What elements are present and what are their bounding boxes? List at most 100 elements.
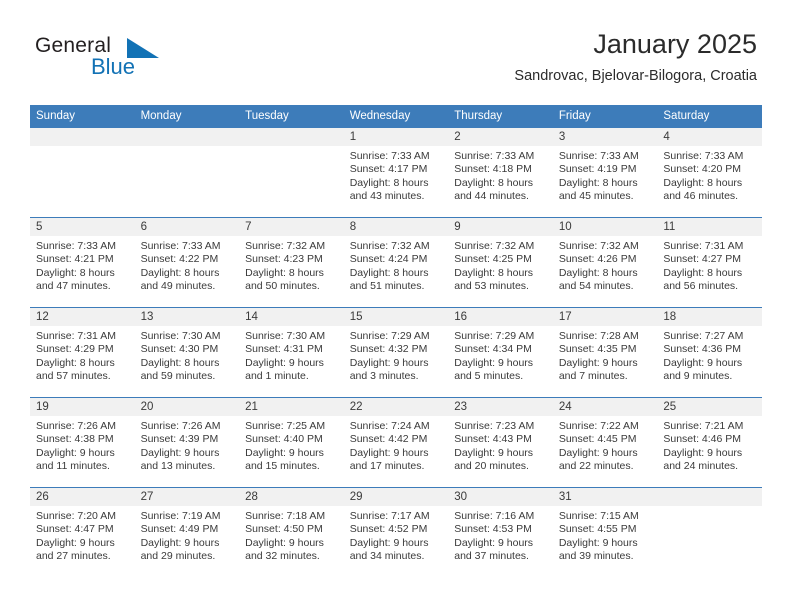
calendar-day-cell[interactable]: 16 Sunrise: 7:29 AM Sunset: 4:34 PM Dayligh… [448,307,553,398]
calendar-day-cell[interactable]: 30 Sunrise: 7:16 AM Sunset: 4:53 PM Dayligh… [448,487,553,577]
sunset-text: Sunset: 4:42 PM [349,433,428,446]
day-details: Sunrise: 7:33 AM Sunset: 4:22 PM Daylight:… [135,236,240,293]
calendar-day-cell[interactable]: 10 Sunrise: 7:32 AM Sunset: 4:26 PM Dayligh… [552,217,658,308]
calendar-day-cell[interactable]: 18 Sunrise: 7:27 AM Sunset: 4:36 PM Dayligh… [657,307,762,398]
general-blue-logo[interactable]: General Blue [35,34,265,84]
calendar-day-cell[interactable]: 31 Sunrise: 7:15 AM Sunset: 4:55 PM Dayligh… [552,487,658,577]
day-number: 8 [343,218,449,236]
calendar-day-cell[interactable]: 12 Sunrise: 7:31 AM Sunset: 4:29 PM Dayligh… [30,307,135,398]
sunset-text: Sunset: 4:20 PM [663,163,742,176]
sunrise-text: Sunrise: 7:27 AM [663,330,744,342]
sunrise-text: Sunrise: 7:19 AM [140,510,221,522]
calendar-day-cell[interactable]: 27 Sunrise: 7:19 AM Sunset: 4:49 PM Dayligh… [134,487,240,577]
sunset-text: Sunset: 4:46 PM [663,433,742,446]
calendar-day-cell[interactable]: 21 Sunrise: 7:25 AM Sunset: 4:40 PM Dayligh… [239,397,344,488]
sunrise-text: Sunrise: 7:22 AM [558,420,639,432]
daylight-text-line1: Daylight: 9 hours [140,446,220,459]
weekday-header-tuesday: Tuesday [239,105,344,128]
sunrise-text: Sunrise: 7:33 AM [349,150,430,162]
day-details: Sunrise: 7:17 AM Sunset: 4:52 PM Daylight:… [344,506,449,563]
calendar-day-cell[interactable]: 11 Sunrise: 7:31 AM Sunset: 4:27 PM Dayligh… [657,217,762,308]
sunset-text: Sunset: 4:27 PM [663,253,742,266]
day-number: 28 [239,488,344,506]
sunrise-text: Sunrise: 7:25 AM [245,420,326,432]
calendar-table: Sunday Monday Tuesday Wednesday Thursday… [30,105,762,577]
sunrise-text: Sunrise: 7:21 AM [663,420,744,432]
daylight-text-line1: Daylight: 9 hours [663,356,743,369]
calendar-day-cell[interactable]: 15 Sunrise: 7:29 AM Sunset: 4:32 PM Dayligh… [343,307,449,398]
day-details: Sunrise: 7:24 AM Sunset: 4:42 PM Daylight:… [344,416,449,473]
calendar-day-cell[interactable]: 22 Sunrise: 7:24 AM Sunset: 4:42 PM Dayligh… [343,397,449,488]
calendar-day-cell[interactable]: 9 Sunrise: 7:32 AM Sunset: 4:25 PM Daylight… [448,217,553,308]
day-number: 12 [30,308,135,326]
sunrise-text: Sunrise: 7:16 AM [454,510,535,522]
daylight-text-line1: Daylight: 9 hours [663,446,743,459]
sunrise-text: Sunrise: 7:17 AM [349,510,430,522]
weekday-header-wednesday: Wednesday [343,105,449,128]
daylight-text-line1: Daylight: 9 hours [349,536,429,549]
daylight-text-line1: Daylight: 9 hours [558,356,638,369]
sunrise-text: Sunrise: 7:33 AM [36,240,116,252]
daylight-text-line2: and 47 minutes. [36,279,111,292]
daylight-text-line2: and 7 minutes. [558,369,628,382]
daylight-text-line1: Daylight: 8 hours [454,176,534,189]
title-block: January 2025 Sandrovac, Bjelovar-Bilogor… [514,28,757,86]
sunrise-text: Sunrise: 7:31 AM [36,330,116,342]
sunset-text: Sunset: 4:53 PM [454,523,532,536]
daylight-text-line1: Daylight: 9 hours [454,536,534,549]
day-number: 9 [448,218,553,236]
day-details: Sunrise: 7:22 AM Sunset: 4:45 PM Daylight:… [553,416,658,473]
calendar-day-cell[interactable]: 1 Sunrise: 7:33 AM Sunset: 4:17 PM Daylight… [343,127,449,218]
daylight-text-line1: Daylight: 8 hours [558,176,638,189]
calendar-day-cell[interactable]: 14 Sunrise: 7:30 AM Sunset: 4:31 PM Dayligh… [239,307,344,398]
sunset-text: Sunset: 4:38 PM [36,433,114,446]
calendar-day-cell[interactable]: 13 Sunrise: 7:30 AM Sunset: 4:30 PM Dayligh… [134,307,240,398]
logo-text-blue: Blue [91,54,136,79]
day-number: 14 [239,308,344,326]
calendar-week-row: 12 Sunrise: 7:31 AM Sunset: 4:29 PM Dayligh… [30,307,762,398]
calendar-day-cell[interactable]: 26 Sunrise: 7:20 AM Sunset: 4:47 PM Dayligh… [30,487,135,577]
calendar-day-cell[interactable]: 25 Sunrise: 7:21 AM Sunset: 4:46 PM Dayligh… [657,397,762,488]
calendar-day-cell[interactable]: 3 Sunrise: 7:33 AM Sunset: 4:19 PM Daylight… [552,127,658,218]
daylight-text-line2: and 20 minutes. [454,459,529,472]
calendar-day-cell[interactable]: 29 Sunrise: 7:17 AM Sunset: 4:52 PM Dayligh… [343,487,449,577]
sunrise-text: Sunrise: 7:18 AM [245,510,326,522]
daylight-text-line1: Daylight: 8 hours [663,176,743,189]
sunset-text: Sunset: 4:39 PM [140,433,219,446]
day-number: 10 [552,218,658,236]
daylight-text-line2: and 46 minutes. [663,189,739,202]
daylight-text-line1: Daylight: 8 hours [245,266,324,279]
sunset-text: Sunset: 4:34 PM [454,343,532,356]
sunrise-text: Sunrise: 7:15 AM [558,510,639,522]
calendar-header-row: Sunday Monday Tuesday Wednesday Thursday… [30,105,762,128]
calendar-day-cell[interactable]: 28 Sunrise: 7:18 AM Sunset: 4:50 PM Dayligh… [239,487,344,577]
daylight-text-line1: Daylight: 9 hours [349,446,429,459]
day-number: 15 [343,308,449,326]
calendar-day-cell[interactable]: 4 Sunrise: 7:33 AM Sunset: 4:20 PM Daylight… [657,127,762,218]
daylight-text-line1: Daylight: 9 hours [558,446,638,459]
sunrise-text: Sunrise: 7:30 AM [140,330,221,342]
calendar-day-cell-empty [134,127,240,218]
calendar-day-cell[interactable]: 23 Sunrise: 7:23 AM Sunset: 4:43 PM Dayligh… [448,397,553,488]
daylight-text-line2: and 39 minutes. [558,549,634,562]
calendar-day-cell[interactable]: 7 Sunrise: 7:32 AM Sunset: 4:23 PM Daylight… [239,217,344,308]
sunrise-text: Sunrise: 7:31 AM [663,240,744,252]
sunset-text: Sunset: 4:22 PM [140,253,219,266]
sunset-text: Sunset: 4:17 PM [349,163,428,176]
calendar-day-cell[interactable]: 19 Sunrise: 7:26 AM Sunset: 4:38 PM Dayligh… [30,397,135,488]
calendar-day-cell[interactable]: 6 Sunrise: 7:33 AM Sunset: 4:22 PM Daylight… [134,217,240,308]
calendar-day-cell[interactable]: 20 Sunrise: 7:26 AM Sunset: 4:39 PM Dayligh… [134,397,240,488]
sunset-text: Sunset: 4:55 PM [558,523,637,536]
sunrise-text: Sunrise: 7:32 AM [245,240,326,252]
day-number: 19 [30,398,135,416]
calendar-day-cell[interactable]: 5 Sunrise: 7:33 AM Sunset: 4:21 PM Daylight… [30,217,135,308]
calendar-day-cell[interactable]: 24 Sunrise: 7:22 AM Sunset: 4:45 PM Dayligh… [552,397,658,488]
calendar-day-cell[interactable]: 8 Sunrise: 7:32 AM Sunset: 4:24 PM Daylight… [343,217,449,308]
daylight-text-line1: Daylight: 8 hours [140,356,220,369]
calendar-day-cell[interactable]: 2 Sunrise: 7:33 AM Sunset: 4:18 PM Daylight… [448,127,553,218]
day-details: Sunrise: 7:23 AM Sunset: 4:43 PM Daylight:… [448,416,553,473]
daylight-text-line2: and 27 minutes. [36,549,111,562]
calendar-day-cell[interactable]: 17 Sunrise: 7:28 AM Sunset: 4:35 PM Dayligh… [552,307,658,398]
sunset-text: Sunset: 4:21 PM [36,253,114,266]
day-number: 18 [657,308,762,326]
